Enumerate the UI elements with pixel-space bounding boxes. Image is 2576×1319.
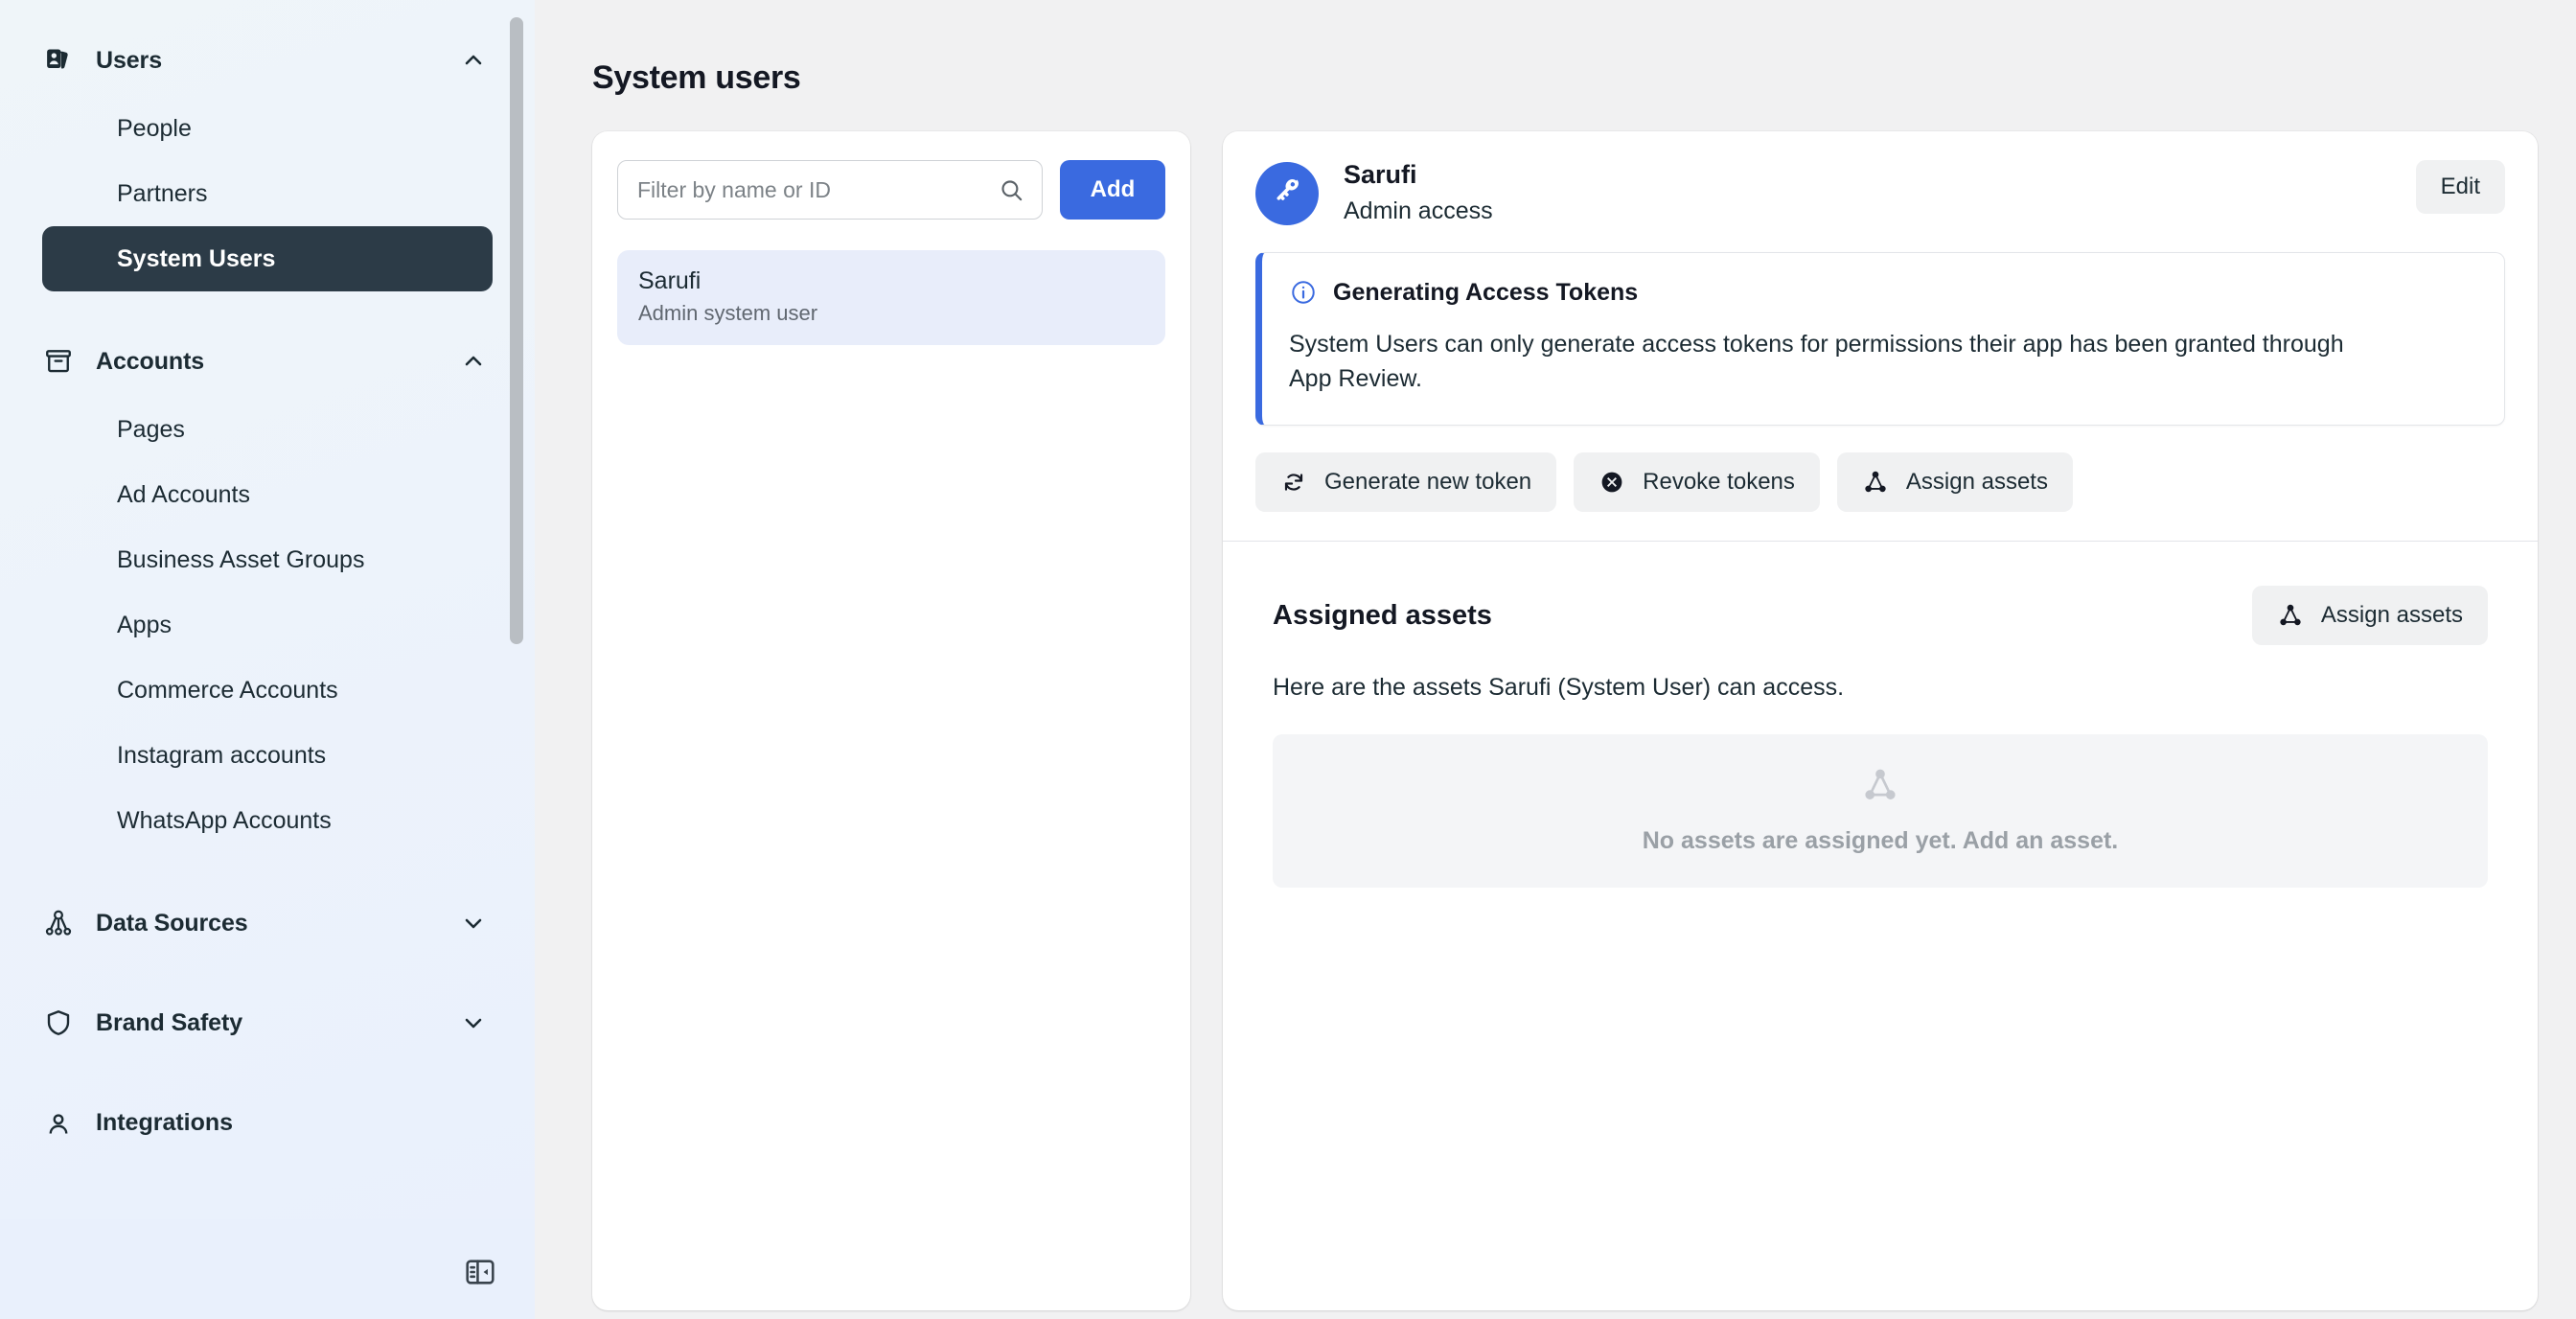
chevron-up-icon[interactable] xyxy=(460,348,487,375)
filter-row: Add xyxy=(617,160,1165,220)
search-icon xyxy=(998,176,1024,203)
chevron-down-icon[interactable] xyxy=(460,910,487,937)
sidebar-group-partial-label: Integrations xyxy=(96,1108,234,1136)
sidebar-item-whatsapp-accounts[interactable]: WhatsApp Accounts xyxy=(42,788,493,853)
assets-empty-text: No assets are assigned yet. Add an asset… xyxy=(1642,827,2119,855)
generate-new-token-label: Generate new token xyxy=(1324,469,1532,496)
sidebar-group-label: Data Sources xyxy=(96,909,248,937)
sidebar-item-ad-accounts[interactable]: Ad Accounts xyxy=(42,462,493,527)
assign-assets-button-top[interactable]: Assign assets xyxy=(1836,452,2073,513)
chevron-up-icon[interactable] xyxy=(460,47,487,74)
system-users-list-card: Add Sarufi Admin system user xyxy=(592,131,1190,1310)
sidebar-item-system-users[interactable]: System Users xyxy=(42,226,493,291)
info-callout: Generating Access Tokens System Users ca… xyxy=(1255,252,2505,427)
generate-new-token-button[interactable]: Generate new token xyxy=(1255,452,1557,513)
assets-graph-icon xyxy=(1862,469,1889,496)
sidebar-item-people[interactable]: People xyxy=(42,96,493,161)
chevron-down-icon[interactable] xyxy=(460,1009,487,1036)
sidebar-group-users[interactable]: Users xyxy=(42,31,493,90)
content-columns: Add Sarufi Admin system user xyxy=(535,131,2576,1310)
detail-identity: Sarufi Admin access xyxy=(1344,160,2391,225)
nav-group-data-sources: Data Sources xyxy=(0,893,535,953)
revoke-tokens-label: Revoke tokens xyxy=(1643,469,1795,496)
assigned-assets-header: Assigned assets Assign assets xyxy=(1273,586,2488,646)
nav-children-users: People Partners System Users xyxy=(0,90,535,291)
system-user-detail-card: Sarufi Admin access Edit Generating Acce… xyxy=(1223,131,2538,1310)
sidebar-item-apps[interactable]: Apps xyxy=(42,592,493,658)
nav-group-accounts: Accounts Pages Ad Accounts Business Asse… xyxy=(0,332,535,853)
sidebar-item-partners[interactable]: Partners xyxy=(42,161,493,226)
filter-input-wrapper[interactable] xyxy=(617,160,1043,220)
nav-children-accounts: Pages Ad Accounts Business Asset Groups … xyxy=(0,391,535,853)
callout-title: Generating Access Tokens xyxy=(1333,278,1639,306)
assets-empty-state: No assets are assigned yet. Add an asset… xyxy=(1273,734,2488,889)
nav-group-users: Users People Partners System Users xyxy=(0,31,535,291)
revoke-tokens-button[interactable]: Revoke tokens xyxy=(1574,452,1820,513)
sidebar-item-business-asset-groups[interactable]: Business Asset Groups xyxy=(42,527,493,592)
detail-user-access: Admin access xyxy=(1344,197,1493,225)
sidebar-group-data-sources[interactable]: Data Sources xyxy=(42,893,493,953)
archive-box-icon xyxy=(42,345,75,378)
shield-icon xyxy=(42,1007,75,1039)
sidebar-group-partial[interactable]: Integrations xyxy=(42,1093,493,1152)
sidebar-scrollbar[interactable] xyxy=(510,17,523,644)
assign-assets-label-top: Assign assets xyxy=(1905,469,2048,496)
key-icon xyxy=(1270,174,1304,214)
sidebar-group-label: Accounts xyxy=(96,347,205,375)
assigned-assets-section: Assigned assets Assign assets Here are t… xyxy=(1223,542,2538,1310)
sidebar-group-brand-safety[interactable]: Brand Safety xyxy=(42,993,493,1053)
callout-body: System Users can only generate access to… xyxy=(1289,331,2344,392)
assign-assets-label: Assign assets xyxy=(2320,602,2463,629)
assets-graph-icon xyxy=(2277,602,2304,629)
x-circle-icon xyxy=(1598,469,1625,496)
edit-button[interactable]: Edit xyxy=(2415,160,2505,214)
app-root: Users People Partners System Users Accou… xyxy=(0,0,2576,1319)
refresh-icon xyxy=(1280,469,1307,496)
partial-group-icon xyxy=(42,1108,75,1137)
avatar xyxy=(1255,162,1319,225)
panel-collapse-icon[interactable] xyxy=(460,1252,500,1292)
assigned-assets-description: Here are the assets Sarufi (System User)… xyxy=(1273,674,1845,702)
sidebar-group-accounts[interactable]: Accounts xyxy=(42,332,493,391)
list-item-role: Admin system user xyxy=(638,301,818,325)
callout-title-row: Generating Access Tokens xyxy=(1289,278,2475,307)
sidebar-group-label: Users xyxy=(96,46,162,74)
sidebar-item-commerce-accounts[interactable]: Commerce Accounts xyxy=(42,658,493,723)
nav-group-brand-safety: Brand Safety xyxy=(0,993,535,1053)
sidebar-scroll-area: Users People Partners System Users Accou… xyxy=(0,0,535,1319)
sidebar-item-instagram-accounts[interactable]: Instagram accounts xyxy=(42,723,493,788)
main-content: System users Add xyxy=(535,0,2576,1319)
page-title: System users xyxy=(592,59,801,96)
assigned-assets-title: Assigned assets xyxy=(1273,599,1492,631)
detail-user-name: Sarufi xyxy=(1344,160,1417,189)
list-item-name: Sarufi xyxy=(638,267,702,294)
sidebar-group-label: Brand Safety xyxy=(96,1008,243,1036)
add-button[interactable]: Add xyxy=(1060,160,1165,220)
detail-header: Sarufi Admin access Edit Generating Acce… xyxy=(1223,131,2538,543)
search-input[interactable] xyxy=(637,176,988,203)
sidebar-item-pages[interactable]: Pages xyxy=(42,397,493,462)
id-badge-icon xyxy=(42,44,75,77)
info-circle-icon xyxy=(1289,278,1318,307)
detail-header-row: Sarufi Admin access Edit xyxy=(1255,160,2505,225)
assign-assets-button[interactable]: Assign assets xyxy=(2251,586,2488,646)
token-actions-row: Generate new token Revoke tokens Assign … xyxy=(1255,452,2505,513)
assets-graph-icon xyxy=(1862,767,1898,808)
list-item[interactable]: Sarufi Admin system user xyxy=(617,250,1165,345)
data-sources-icon xyxy=(42,907,75,939)
sidebar: Users People Partners System Users Accou… xyxy=(0,0,535,1319)
